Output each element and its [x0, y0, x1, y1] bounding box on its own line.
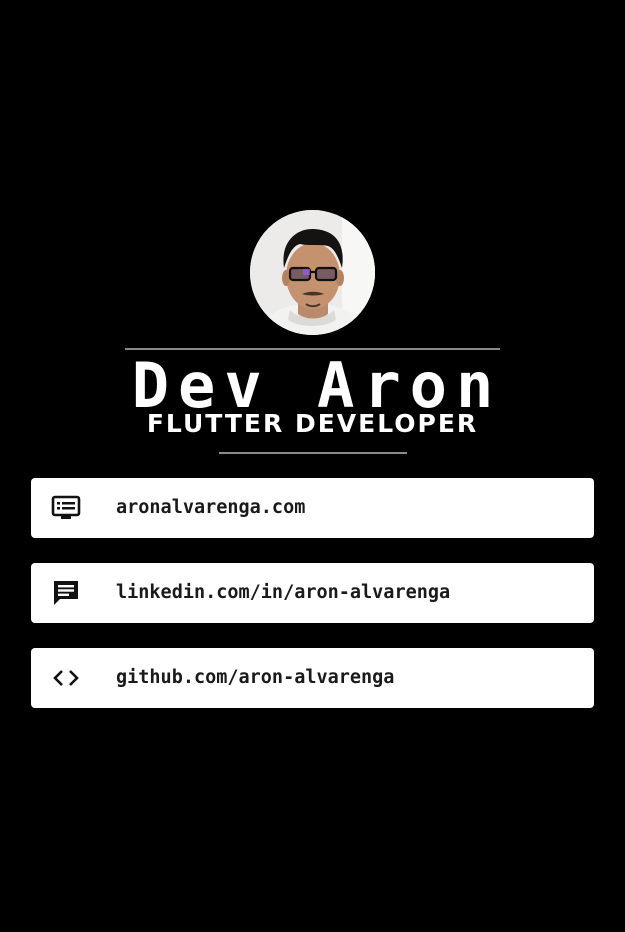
profile-role: FLUTTER DEVELOPER — [146, 409, 479, 438]
avatar — [250, 210, 375, 335]
web-icon — [51, 494, 81, 522]
avatar-photo — [250, 210, 375, 335]
link-label[interactable]: linkedin.com/in/aron-alvarenga — [116, 563, 450, 623]
bottom-divider — [219, 452, 407, 454]
code-icon — [51, 664, 81, 692]
link-card-linkedin[interactable]: linkedin.com/in/aron-alvarenga — [31, 563, 594, 623]
links-list: aronalvarenga.com linkedin.com/in/aron-a… — [31, 478, 594, 733]
link-card-github[interactable]: github.com/aron-alvarenga — [31, 648, 594, 708]
link-card-website[interactable]: aronalvarenga.com — [31, 478, 594, 538]
link-label[interactable]: aronalvarenga.com — [116, 478, 305, 538]
link-label[interactable]: github.com/aron-alvarenga — [116, 648, 394, 708]
message-icon — [51, 579, 81, 607]
